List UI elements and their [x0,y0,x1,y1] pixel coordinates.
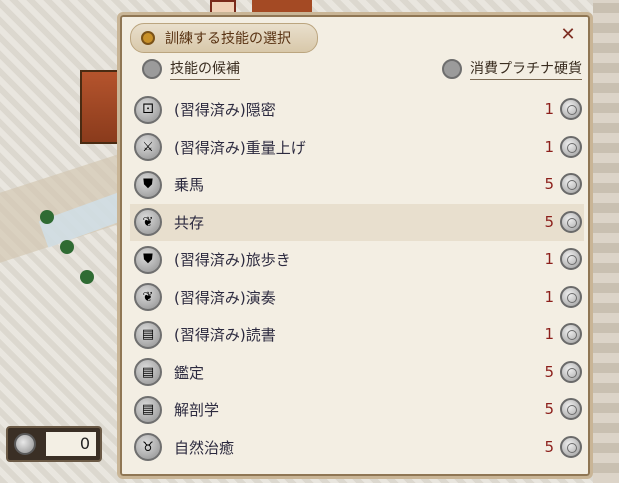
header-cost-label: 消費プラチナ硬貨 [470,58,582,80]
skill-row[interactable]: ▤ 鑑定 5 [130,354,584,392]
skill-name: (習得済み)重量上げ [174,138,306,157]
skill-cost: 5 [544,437,554,456]
map-tree [40,210,54,224]
platinum-counter: 0 [6,426,102,462]
platinum-coin-icon [560,248,582,270]
skill-name: 乗馬 [174,176,205,195]
skill-cost: 5 [544,400,554,418]
cow-icon: ♉ [134,433,162,462]
title-coin-icon [141,31,155,45]
crossed-swords-icon: ⚔ [134,133,162,162]
skill-name: 解剖学 [174,401,220,420]
platinum-counter-value: 0 [46,432,96,456]
skill-row[interactable]: ⚔ (習得済み)重量上げ 1 [130,129,584,167]
header-skill-candidates[interactable]: 技能の候補 [142,57,240,81]
skill-cost: 5 [544,362,554,381]
skill-training-dialog: 訓練する技能の選択 ✕ 技能の候補 消費プラチナ硬貨 ⚀ (習得済み)隠密 1 … [117,12,593,479]
skill-row[interactable]: ♉ 自然治癒 5 [130,429,584,467]
header-platinum-cost[interactable]: 消費プラチナ硬貨 [442,57,582,81]
close-button[interactable]: ✕ [558,25,578,45]
skill-name: (習得済み)演奏 [174,288,276,307]
ribbon-icon: ❦ [134,283,162,312]
map-tree [80,270,94,284]
platinum-coin-icon [560,210,582,233]
skill-row[interactable]: ⚀ (習得済み)隠密 1 [130,91,584,129]
book-icon: ▤ [134,395,162,424]
platinum-coin-icon [560,435,582,458]
platinum-coin-icon [560,135,582,158]
skill-name: 鑑定 [174,363,205,382]
skill-row[interactable]: ⛊ 乗馬 5 [130,166,584,204]
skill-name: (習得済み)読書 [174,326,276,345]
skill-cost: 1 [544,100,554,118]
sort-icon [142,59,162,79]
map-right-edge [593,0,619,483]
shield-icon: ⛊ [134,170,162,199]
skill-list: ⚀ (習得済み)隠密 1 ⚔ (習得済み)重量上げ 1 ⛊ 乗馬 5 ❦ 共存 … [130,91,584,466]
ribbon-icon: ❦ [134,208,162,237]
skill-name: 自然治癒 [174,438,235,457]
skill-name: (習得済み)隠密 [174,101,276,120]
book-icon: ▤ [134,358,162,387]
skill-cost: 1 [544,137,554,156]
skill-row[interactable]: ❦ 共存 5 [130,203,584,241]
shield-icon: ⛊ [134,245,162,274]
platinum-coin-icon [560,285,582,308]
skill-row[interactable]: ▤ 解剖学 5 [130,391,584,429]
column-headers: 技能の候補 消費プラチナ硬貨 [142,57,582,83]
skill-cost: 5 [544,175,554,193]
dialog-title: 訓練する技能の選択 [165,31,291,47]
platinum-coin-icon [14,433,36,455]
skill-name: (習得済み)旅歩き [174,251,291,270]
platinum-coin-icon [560,98,582,120]
book-icon: ▤ [134,320,162,349]
platinum-coin-icon [560,360,582,383]
skill-row[interactable]: ▤ (習得済み)読書 1 [130,316,584,354]
skill-name: 共存 [174,213,205,232]
platinum-coin-icon [560,323,582,345]
stealth-icon: ⚀ [134,95,162,124]
skill-cost: 1 [544,250,554,268]
skill-cost: 1 [544,325,554,343]
skill-cost: 1 [544,287,554,306]
dialog-title-tab: 訓練する技能の選択 [130,23,318,53]
platinum-coin-icon [560,173,582,195]
skill-cost: 5 [544,212,554,231]
skill-row[interactable]: ⛊ (習得済み)旅歩き 1 [130,241,584,279]
sort-icon [442,59,462,79]
map-tree [60,240,74,254]
skill-row[interactable]: ❦ (習得済み)演奏 1 [130,279,584,317]
platinum-coin-icon [560,398,582,420]
header-skill-label: 技能の候補 [170,58,240,80]
